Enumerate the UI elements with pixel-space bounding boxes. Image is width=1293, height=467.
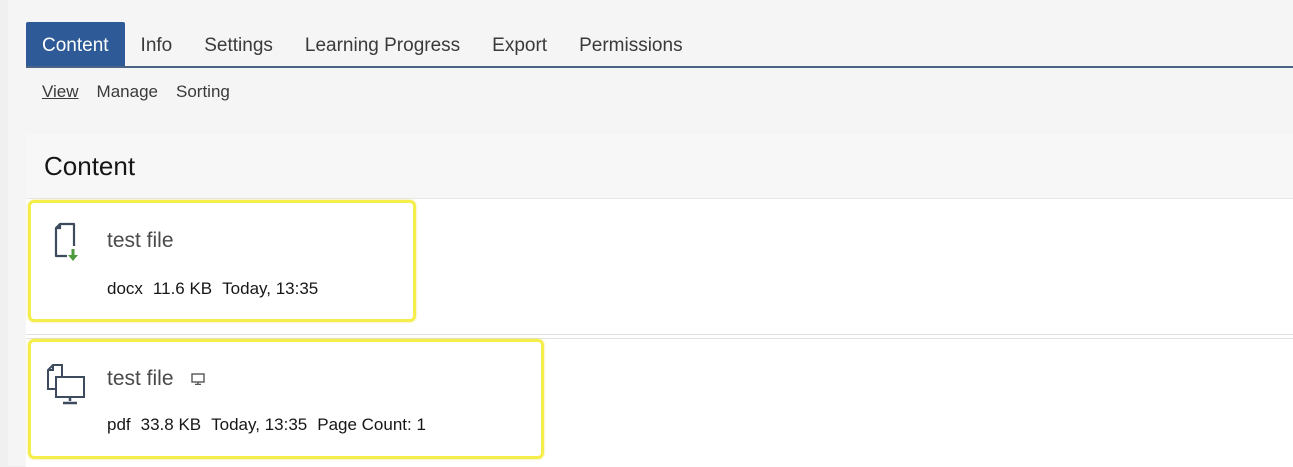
tab-bar: Content Info Settings Learning Progress … — [26, 20, 1293, 68]
item-properties: pdf 33.8 KB Today, 13:35 Page Count: 1 — [107, 415, 426, 435]
item-title-link[interactable]: test file — [107, 367, 206, 391]
subtab-sorting[interactable]: Sorting — [176, 82, 230, 102]
tab-info[interactable]: Info — [125, 22, 189, 66]
item-properties: docx 11.6 KB Today, 13:35 — [107, 279, 318, 299]
item-title-link[interactable]: test file — [107, 229, 174, 253]
tab-settings[interactable]: Settings — [188, 22, 289, 66]
highlight-box — [28, 339, 544, 459]
list-item: test file docx 11.6 KB Today, 13:35 — [26, 200, 1293, 335]
subtab-manage[interactable]: Manage — [97, 82, 158, 102]
file-date: Today, 13:35 — [222, 279, 319, 298]
content-panel: Content test file docx 11.6 KB Today, 13… — [26, 134, 1293, 467]
tab-content[interactable]: Content — [26, 22, 125, 66]
list-item: test file pdf 33.8 KB Today, 13:35 Page … — [26, 338, 1293, 467]
file-download-icon — [54, 222, 80, 262]
highlight-box — [28, 200, 416, 322]
file-size: 33.8 KB — [140, 415, 202, 434]
panel-title: Content — [26, 134, 1293, 199]
file-date: Today, 13:35 — [211, 415, 308, 434]
file-type: docx — [107, 279, 143, 298]
page-count: Page Count: 1 — [317, 415, 426, 434]
subtab-bar: View Manage Sorting — [42, 82, 230, 102]
tab-permissions[interactable]: Permissions — [563, 22, 698, 66]
tab-learning-progress[interactable]: Learning Progress — [289, 22, 476, 66]
item-title-text: test file — [107, 367, 174, 390]
subtab-view[interactable]: View — [42, 82, 79, 102]
file-presentation-icon — [47, 364, 85, 405]
file-size: 11.6 KB — [152, 279, 213, 298]
tab-export[interactable]: Export — [476, 22, 563, 66]
monitor-icon — [191, 373, 206, 386]
file-type: pdf — [107, 415, 131, 434]
page-container: Content Info Settings Learning Progress … — [8, 0, 1293, 467]
